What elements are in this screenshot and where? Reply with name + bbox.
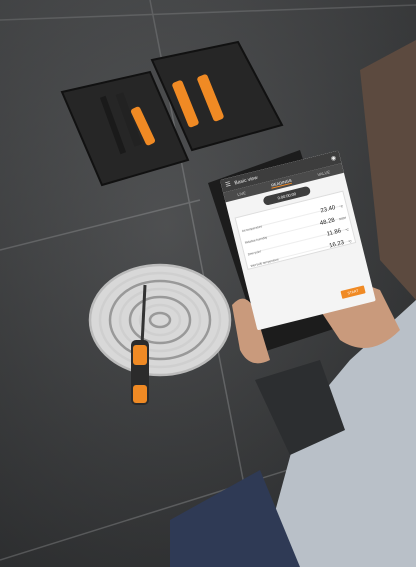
menu-icon[interactable]: ☰ xyxy=(225,181,232,189)
tab-readings[interactable]: READINGS xyxy=(270,177,293,189)
reading-label: Wet bulb temperature xyxy=(250,257,280,269)
reading-value: 16.23 xyxy=(328,239,345,250)
camera-icon[interactable]: ◉ xyxy=(330,154,337,162)
start-button[interactable]: START xyxy=(340,285,366,299)
readings-list: Air temperature 23.40 °C Relative humidi… xyxy=(234,190,357,270)
photo: ☰ Basic view ◉ LIVE READINGS VALUE 0:00:… xyxy=(0,0,416,567)
tab-live[interactable]: LIVE xyxy=(237,190,247,197)
reading-unit: °C xyxy=(347,239,353,244)
tab-value[interactable]: VALUE xyxy=(317,169,331,177)
floor-drain-icon xyxy=(88,263,232,377)
